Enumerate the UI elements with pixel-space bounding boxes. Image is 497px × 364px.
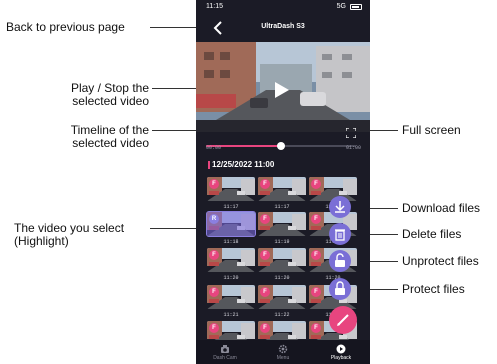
- thumbnail[interactable]: F: [258, 177, 306, 201]
- tab-dash-cam[interactable]: Dash Cam: [196, 342, 254, 364]
- download-icon: [335, 201, 345, 213]
- thumbnail-time: 11:21: [223, 312, 239, 318]
- annotation-full-screen: Full screen: [402, 123, 461, 137]
- download-button[interactable]: [329, 196, 351, 218]
- camera-badge: R: [209, 214, 219, 224]
- tab-dash-cam-label: Dash Cam: [213, 355, 237, 361]
- camera-badge: F: [311, 179, 321, 189]
- camera-badge: F: [209, 287, 219, 297]
- annotation-play-stop-2: selected video: [72, 94, 149, 108]
- thumbnail[interactable]: F: [258, 212, 306, 236]
- annotation-protect: Protect files: [402, 282, 465, 296]
- camera-badge: F: [260, 323, 270, 333]
- delete-button[interactable]: [329, 223, 351, 245]
- annotation-delete: Delete files: [402, 227, 462, 241]
- camera-badge: F: [311, 287, 321, 297]
- camera-badge: F: [260, 214, 270, 224]
- dashcam-icon: [221, 345, 229, 353]
- camera-badge: F: [260, 179, 270, 189]
- thumbnail-time: 11:18: [223, 239, 239, 245]
- unlock-icon: [335, 253, 345, 267]
- protect-button[interactable]: [329, 278, 351, 300]
- thumbnail[interactable]: F: [207, 248, 255, 272]
- tab-playback[interactable]: Playback: [312, 342, 370, 364]
- annotation-unprotect: Unprotect files: [402, 254, 479, 268]
- play-circle-icon: [336, 344, 346, 354]
- camera-badge: F: [260, 287, 270, 297]
- phone-screen: 11:15 5G UltraDash S3 00:00 01:00 12/25/…: [196, 0, 370, 364]
- camera-badge: F: [209, 179, 219, 189]
- thumbnail[interactable]: F: [207, 177, 255, 201]
- thumbnail[interactable]: F: [258, 248, 306, 272]
- thumbnail-selected[interactable]: R: [206, 211, 256, 237]
- tab-menu[interactable]: Menu: [254, 342, 312, 364]
- annotation-timeline-2: selected video: [72, 136, 149, 150]
- thumbnail-time: 11:17: [274, 204, 290, 210]
- camera-badge: F: [311, 323, 321, 333]
- thumbnail-time: 11:22: [274, 312, 290, 318]
- camera-badge: F: [209, 250, 219, 260]
- annotation-download: Download files: [402, 201, 481, 215]
- thumbnail[interactable]: F: [258, 285, 306, 309]
- trash-icon: [335, 229, 345, 241]
- tab-menu-label: Menu: [276, 355, 290, 361]
- camera-badge: F: [260, 250, 270, 260]
- annotation-back: Back to previous page: [6, 20, 125, 34]
- camera-badge: F: [311, 214, 321, 224]
- tab-playback-label: Playback: [330, 355, 352, 361]
- pencil-icon: [337, 314, 349, 326]
- camera-badge: F: [311, 250, 321, 260]
- lock-icon: [335, 281, 345, 295]
- thumbnail-time: 11:20: [223, 275, 239, 281]
- edit-button[interactable]: [329, 306, 357, 334]
- annotation-selected-2: (Highlight): [14, 234, 69, 248]
- thumbnail-time: 11:19: [274, 239, 290, 245]
- gear-icon: [278, 344, 288, 354]
- thumbnail[interactable]: F: [207, 285, 255, 309]
- thumbnail-time: 11:17: [223, 204, 239, 210]
- thumbnail-time: 11:20: [274, 275, 290, 281]
- tab-bar: Dash Cam Menu Playback: [196, 340, 370, 364]
- camera-badge: F: [209, 323, 219, 333]
- unprotect-button[interactable]: [329, 250, 351, 272]
